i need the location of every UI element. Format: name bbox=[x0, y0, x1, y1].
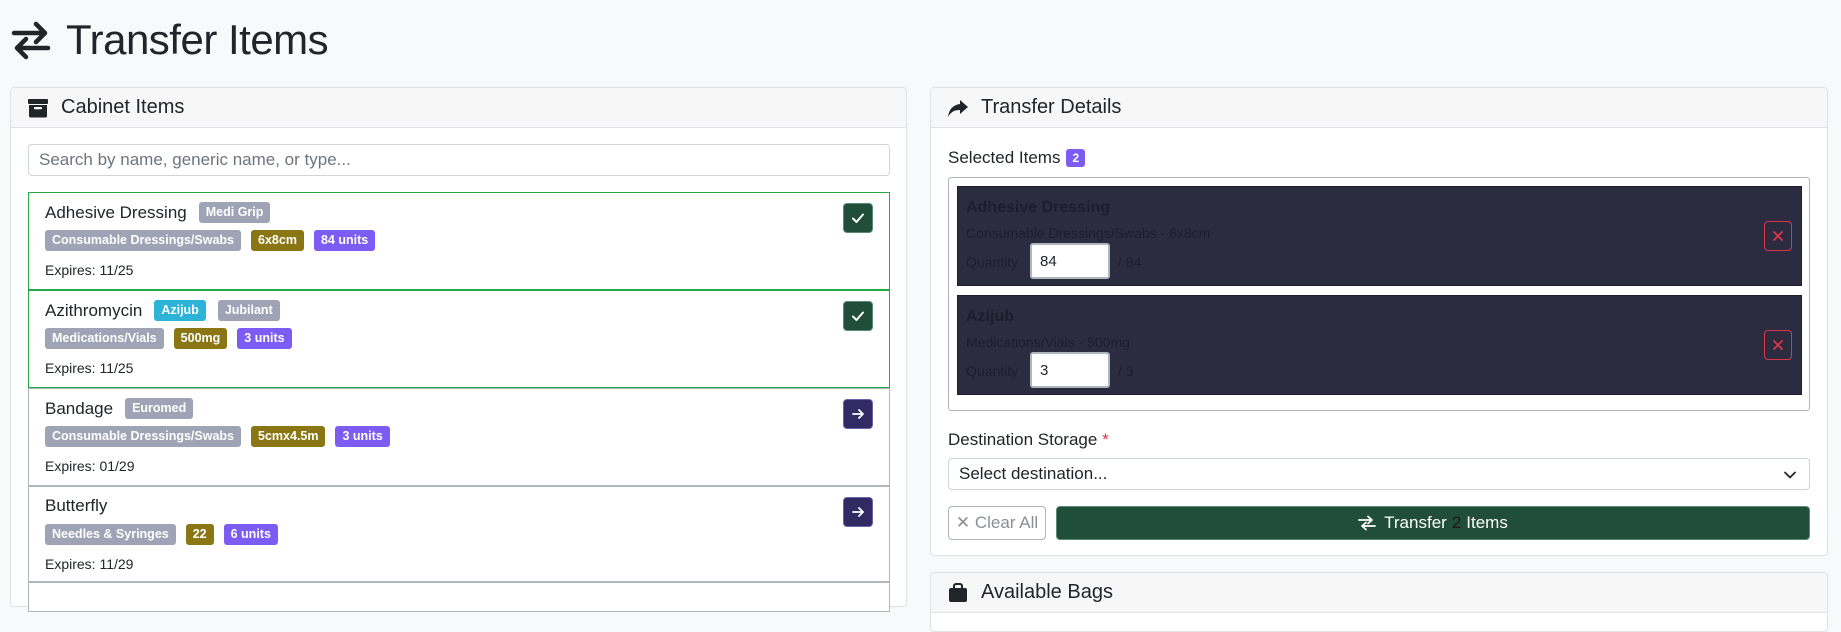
cabinet-item-adhesive-dressing[interactable]: Adhesive Dressing Medi Grip Consumable D… bbox=[28, 192, 890, 290]
close-icon bbox=[1773, 231, 1783, 241]
category-badge: Consumable Dressings/Swabs bbox=[45, 426, 242, 447]
page-header: Transfer Items bbox=[10, 10, 329, 70]
bags-card-header: Available Bags bbox=[931, 573, 1827, 613]
item-name-row: Azithromycin Azijub Jubilant bbox=[45, 300, 280, 321]
selected-item-desc: Medications/Vials - 500mg bbox=[966, 334, 1130, 350]
add-item-button[interactable] bbox=[843, 399, 873, 429]
remove-item-button[interactable] bbox=[1764, 221, 1792, 251]
clear-all-button[interactable]: ✕ Clear All bbox=[948, 506, 1046, 540]
check-icon bbox=[852, 213, 864, 223]
item-badges: Needles & Syringes 22 6 units bbox=[45, 524, 288, 545]
destination-value: Select destination... bbox=[959, 464, 1108, 483]
destination-label-row: Destination Storage * bbox=[948, 430, 1109, 450]
search-placeholder: Search by name, generic name, or type... bbox=[39, 150, 351, 169]
destination-label: Destination Storage bbox=[948, 430, 1098, 449]
size-badge: 500mg bbox=[173, 328, 228, 349]
item-expiry: Expires: 11/29 bbox=[45, 556, 134, 572]
item-expiry: Expires: 11/25 bbox=[45, 360, 134, 376]
item-name: Butterfly bbox=[45, 496, 108, 515]
cabinet-title: Cabinet Items bbox=[61, 96, 185, 118]
share-arrow-icon bbox=[948, 99, 968, 117]
available-bags-card: Available Bags bbox=[930, 572, 1828, 632]
cabinet-item-bandage[interactable]: Bandage Euromed Consumable Dressings/Swa… bbox=[28, 388, 890, 486]
quantity-label: Quantity bbox=[966, 254, 1019, 270]
transfer-button[interactable]: Transfer 2 Items bbox=[1056, 506, 1810, 540]
quantity-max: / 84 bbox=[1118, 254, 1142, 270]
brand-badge: Medi Grip bbox=[198, 202, 271, 223]
item-badges: Consumable Dressings/Swabs 6x8cm 84 unit… bbox=[45, 230, 385, 251]
selected-item-name: Azijub bbox=[966, 308, 1014, 325]
cabinet-item-azithromycin[interactable]: Azithromycin Azijub Jubilant Medications… bbox=[28, 290, 890, 388]
transfer-label-prefix: Transfer bbox=[1384, 513, 1447, 532]
selected-items-label: Selected Items bbox=[948, 148, 1061, 167]
check-icon bbox=[852, 311, 864, 321]
add-item-button[interactable] bbox=[843, 497, 873, 527]
selected-item-name: Adhesive Dressing bbox=[966, 199, 1111, 216]
size-badge: 6x8cm bbox=[251, 230, 304, 251]
cabinet-item-partial[interactable] bbox=[28, 582, 890, 612]
selected-item-desc: Consumable Dressings/Swabs - 6x8cm bbox=[966, 225, 1211, 241]
item-name: Adhesive Dressing bbox=[45, 202, 187, 222]
bags-title: Available Bags bbox=[981, 581, 1113, 603]
destination-select[interactable]: Select destination... bbox=[948, 458, 1810, 490]
cabinet-item-butterfly[interactable]: Butterfly Needles & Syringes 22 6 units … bbox=[28, 486, 890, 582]
transfer-label-suffix: Items bbox=[1466, 513, 1508, 532]
page-title: Transfer Items bbox=[66, 16, 329, 63]
item-name-row: Adhesive Dressing Medi Grip bbox=[45, 202, 271, 223]
item-badges: Medications/Vials 500mg 3 units bbox=[45, 328, 302, 349]
arrow-right-icon bbox=[852, 409, 864, 419]
item-expiry: Expires: 01/29 bbox=[45, 458, 135, 474]
brand-badge: Azijub bbox=[154, 300, 206, 321]
transfer-details-card: Transfer Details Selected Items 2 Adhesi… bbox=[930, 87, 1828, 556]
bag-icon bbox=[949, 582, 967, 602]
category-badge: Medications/Vials bbox=[45, 328, 164, 349]
required-marker: * bbox=[1102, 430, 1109, 449]
selected-item: Azijub Medications/Vials - 500mg Quantit… bbox=[957, 295, 1802, 395]
item-name: Bandage bbox=[45, 398, 114, 418]
transfer-arrows-icon bbox=[1358, 515, 1377, 531]
item-expiry: Expires: 11/25 bbox=[45, 262, 134, 278]
selected-count-badge: 2 bbox=[1066, 149, 1086, 167]
item-selected-button[interactable] bbox=[843, 301, 873, 331]
selected-item: Adhesive Dressing Consumable Dressings/S… bbox=[957, 186, 1802, 286]
units-badge: 84 units bbox=[313, 230, 376, 251]
quantity-max: / 3 bbox=[1118, 363, 1134, 379]
selected-items-label-row: Selected Items 2 bbox=[948, 148, 1086, 168]
units-badge: 3 units bbox=[335, 426, 390, 447]
size-badge: 5cmx4.5m bbox=[251, 426, 326, 447]
quantity-label: Quantity bbox=[966, 363, 1019, 379]
item-name-row: Bandage Euromed bbox=[45, 398, 194, 419]
selected-items-list: Adhesive Dressing Consumable Dressings/S… bbox=[948, 177, 1810, 411]
item-selected-button[interactable] bbox=[843, 203, 873, 233]
units-badge: 3 units bbox=[237, 328, 292, 349]
remove-item-button[interactable] bbox=[1764, 330, 1792, 360]
transfer-card-header: Transfer Details bbox=[931, 88, 1827, 128]
transfer-title: Transfer Details bbox=[981, 96, 1122, 118]
item-name-row: Butterfly bbox=[45, 496, 107, 516]
quantity-input[interactable]: 3 bbox=[1030, 352, 1110, 388]
cabinet-card-header: Cabinet Items bbox=[11, 88, 906, 128]
size-badge: 22 bbox=[185, 524, 214, 545]
close-icon bbox=[1773, 340, 1783, 350]
archive-box-icon bbox=[28, 98, 48, 117]
brand-badge: Euromed bbox=[125, 398, 194, 419]
category-badge: Needles & Syringes bbox=[45, 524, 176, 545]
quantity-input[interactable]: 84 bbox=[1030, 243, 1110, 279]
manufacturer-badge: Jubilant bbox=[217, 300, 280, 321]
search-input[interactable]: Search by name, generic name, or type... bbox=[28, 144, 890, 176]
chevron-down-icon bbox=[1784, 471, 1796, 479]
cabinet-items-card: Cabinet Items Search by name, generic na… bbox=[10, 87, 907, 612]
item-badges: Consumable Dressings/Swabs 5cmx4.5m 3 un… bbox=[45, 426, 400, 447]
category-badge: Consumable Dressings/Swabs bbox=[45, 230, 242, 251]
arrow-right-icon bbox=[852, 507, 864, 517]
units-badge: 6 units bbox=[223, 524, 278, 545]
transfer-arrows-icon bbox=[11, 21, 51, 60]
item-name: Azithromycin bbox=[45, 300, 143, 320]
transfer-count: 2 bbox=[1451, 513, 1462, 532]
